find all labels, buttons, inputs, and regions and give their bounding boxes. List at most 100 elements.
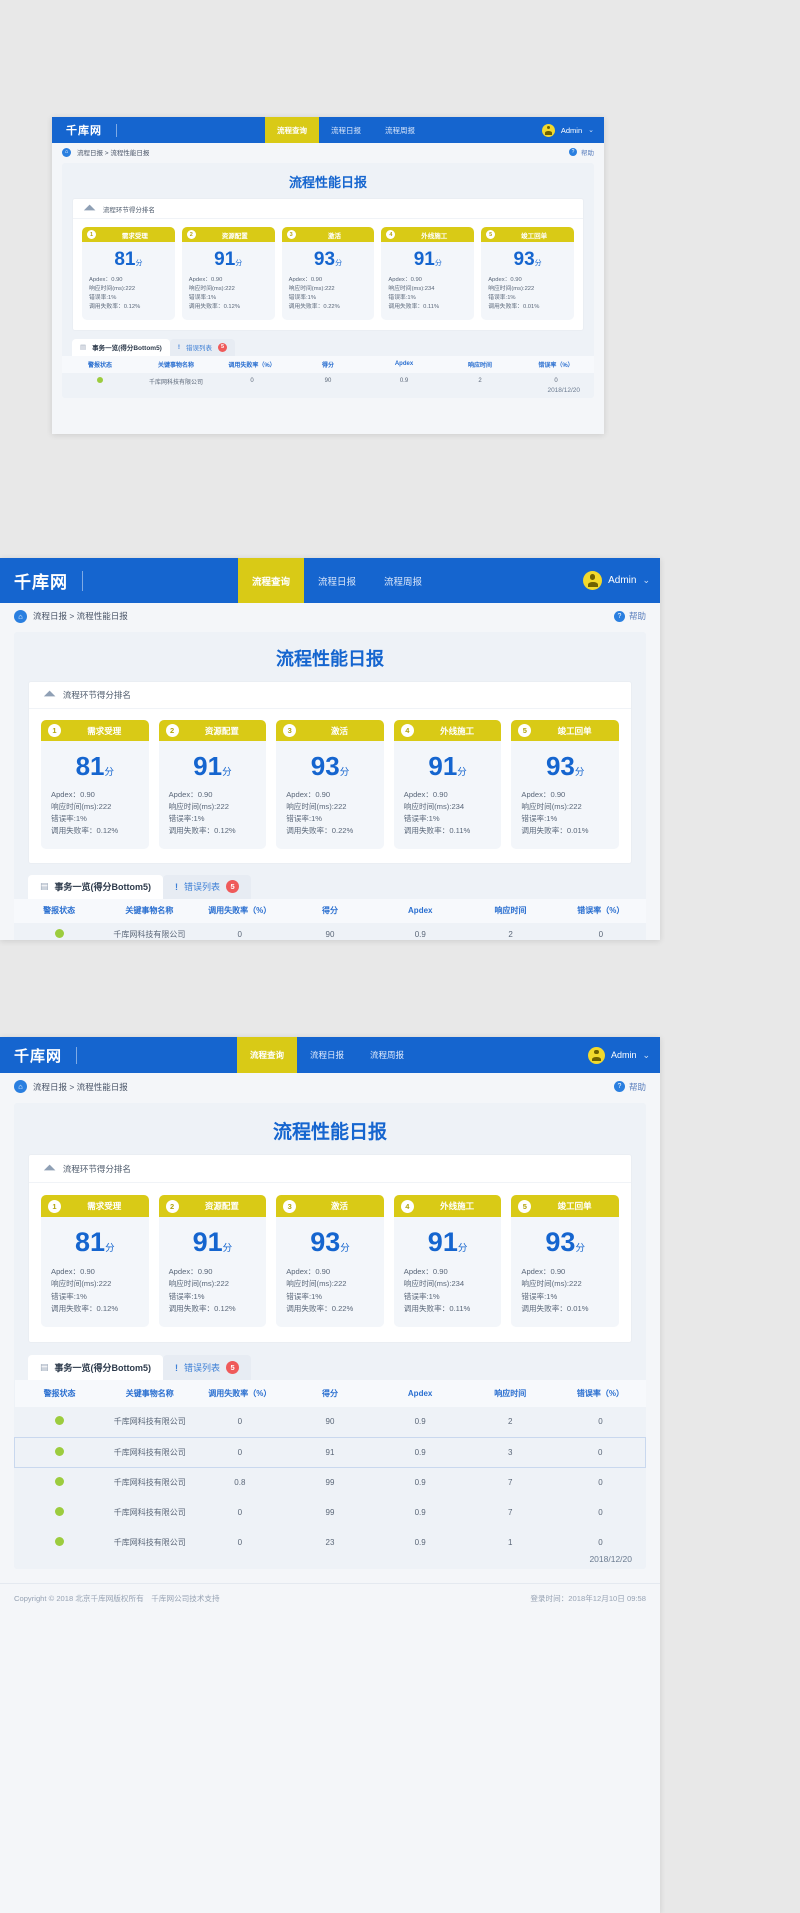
- cell-response: 3: [465, 1436, 556, 1468]
- table-row[interactable]: 千库网科技有限公司 0 91 0.9 3 0: [13, 1436, 647, 1468]
- score-unit: 分: [339, 767, 350, 778]
- table-row[interactable]: 千库网科技有限公司 0 99 0.9 7 0: [15, 1497, 646, 1527]
- score-card-name: 外线施工: [440, 725, 475, 736]
- question-icon: ?: [569, 148, 577, 156]
- ranking-section-header: ⏶ 流程环节得分排名: [29, 1155, 631, 1183]
- col-apdex: Apdex: [375, 1380, 466, 1408]
- user-name: Admin: [610, 1050, 637, 1060]
- metric-error: 错误率:1%: [403, 1291, 440, 1301]
- ranking-section-title: 流程环节得分排名: [62, 690, 131, 700]
- score-card[interactable]: 5 竣工回单 93分 Apdex：0.90 响应时间(ms):222 错误率:1% 调用…: [481, 227, 574, 320]
- score-card[interactable]: 2 资源配置 91分 Apdex：0.90 响应时间(ms):222 错误率:1% 调用…: [181, 227, 275, 320]
- score-card-list: 1 需求受理 81分 Apdex：0.90 响应时间(ms):222 错误率:1% 调用…: [29, 1183, 631, 1342]
- nav-tab-liucheng-ribao[interactable]: 流程日报: [304, 558, 370, 603]
- score-card[interactable]: 5 竣工回单 93分 Apdex：0.90 响应时间(ms):222 错误率:1% 调用…: [511, 720, 619, 849]
- metric-error: 错误率:1%: [168, 814, 205, 824]
- tab-error-list[interactable]: ! 错误列表 5: [169, 338, 236, 356]
- col-name: 关键事物名称: [104, 1380, 195, 1408]
- metric-error: 错误率:1%: [188, 294, 217, 301]
- help-link[interactable]: ? 帮助: [569, 147, 594, 157]
- metric-fail: 调用失败率：0.12%: [168, 1303, 236, 1313]
- score-card[interactable]: 4 外线施工 91分 Apdex：0.90 响应时间(ms):234 错误率:1% 调用…: [393, 1195, 502, 1328]
- score-card[interactable]: 3 激活 93分 Apdex：0.90 响应时间(ms):222 错误率:1% 调用失败…: [276, 720, 384, 849]
- rank-badge: 3: [283, 724, 297, 737]
- tab-error-list[interactable]: ! 错误列表 5: [163, 874, 252, 899]
- brand-logo[interactable]: 千库网: [0, 558, 83, 603]
- nav-tab-liucheng-chaxun[interactable]: 流程查询: [238, 558, 305, 603]
- page-date: 2018/12/20: [547, 386, 580, 394]
- metric-apdex: Apdex：0.90: [403, 1267, 448, 1276]
- logo-text: 千库网: [14, 1047, 63, 1065]
- score-card[interactable]: 3 激活 93分 Apdex：0.90 响应时间(ms):222 错误率:1% 调用失败…: [281, 227, 375, 320]
- chevron-down-icon[interactable]: ⌄: [588, 126, 594, 134]
- brand-logo[interactable]: 千库网: [52, 117, 117, 143]
- chevron-down-icon[interactable]: ⌄: [642, 1050, 650, 1061]
- ranking-icon: ⏶: [43, 1159, 56, 1177]
- rank-badge: 1: [87, 230, 96, 239]
- score-card-name: 竣工回单: [557, 725, 592, 736]
- col-apdex: Apdex: [375, 898, 466, 923]
- tab-error-list[interactable]: ! 错误列表 5: [163, 1355, 252, 1381]
- score-card[interactable]: 2 资源配置 91分 Apdex：0.90 响应时间(ms):222 错误率:1% 调用…: [158, 1195, 267, 1328]
- list-tabs: ▤ 事务一览(得分Bottom5) ! 错误列表 5: [28, 1355, 632, 1381]
- score-card[interactable]: 1 需求受理 81分 Apdex：0.90 响应时间(ms):222 错误率:1% 调用…: [41, 1195, 149, 1328]
- table-row[interactable]: 千库网科技有限公司 0 23 0.9 1 0: [15, 1527, 646, 1557]
- table-row[interactable]: 千库网科技有限公司 0 90 0.9 2 0: [14, 923, 646, 940]
- metric-fail: 调用失败率：0.22%: [288, 303, 340, 310]
- footer-login-time: 登录时间：2018年12月10日 09:58: [530, 1594, 646, 1604]
- score-card-name: 需求受理: [87, 1201, 122, 1211]
- table-row[interactable]: 千库网科技有限公司 0 90 0.9 2 0: [15, 1407, 646, 1437]
- home-icon[interactable]: ⌂: [62, 147, 71, 157]
- score-card[interactable]: 1 需求受理 81分 Apdex：0.90 响应时间(ms):222 错误率:1% 调用…: [41, 720, 149, 849]
- chevron-down-icon[interactable]: ⌄: [642, 575, 650, 586]
- metric-error: 错误率:1%: [403, 814, 440, 824]
- cell-score: 99: [325, 1477, 335, 1487]
- table-row[interactable]: 千库网科技有限公司 0 90 0.9 2 0: [62, 373, 594, 390]
- page-title: 流程性能日报: [272, 1122, 387, 1143]
- score-card[interactable]: 4 外线施工 91分 Apdex：0.90 响应时间(ms):234 错误率:1% 调用…: [393, 720, 502, 849]
- help-link[interactable]: ? 帮助: [613, 610, 646, 622]
- nav-tab-liucheng-ribao[interactable]: 流程日报: [319, 117, 373, 143]
- table-row[interactable]: 千库网科技有限公司 0.8 99 0.9 7 0: [15, 1467, 646, 1497]
- user-menu[interactable]: Admin ⌄: [541, 117, 604, 143]
- tab-transaction-overview[interactable]: ▤ 事务一览(得分Bottom5): [28, 874, 164, 899]
- score-card-name: 需求受理: [87, 725, 122, 736]
- nav-tab-liucheng-ribao[interactable]: 流程日报: [297, 1037, 357, 1073]
- nav-tab-liucheng-zhoubao[interactable]: 流程周报: [373, 117, 427, 143]
- home-icon[interactable]: ⌂: [14, 1080, 27, 1093]
- home-icon[interactable]: ⌂: [14, 609, 27, 623]
- cell-status: [62, 373, 138, 390]
- score-card[interactable]: 3 激活 93分 Apdex：0.90 响应时间(ms):222 错误率:1% 调用失败…: [276, 1195, 384, 1328]
- score-card[interactable]: 5 竣工回单 93分 Apdex：0.90 响应时间(ms):222 错误率:1% 调用…: [511, 1195, 619, 1328]
- score-card[interactable]: 2 资源配置 91分 Apdex：0.90 响应时间(ms):222 错误率:1% 调用…: [158, 720, 267, 849]
- score-card[interactable]: 4 外线施工 91分 Apdex：0.90 响应时间(ms):234 错误率:1% 调用…: [381, 227, 475, 320]
- metric-apdex: Apdex：0.90: [51, 790, 95, 799]
- score-value: 93: [545, 1227, 576, 1257]
- score-card-list: 1 需求受理 81分 Apdex：0.90 响应时间(ms):222 错误率:1% 调用…: [73, 219, 583, 330]
- nav-tab-liucheng-zhoubao[interactable]: 流程周报: [357, 1037, 417, 1073]
- score-value: 93: [313, 249, 336, 270]
- tab-transaction-overview[interactable]: ▤ 事务一览(得分Bottom5): [28, 1355, 164, 1381]
- brand-logo[interactable]: 千库网: [0, 1037, 78, 1073]
- score-card[interactable]: 1 需求受理 81分 Apdex：0.90 响应时间(ms):222 错误率:1% 调用…: [82, 227, 175, 320]
- nav-tab-liucheng-chaxun[interactable]: 流程查询: [237, 1037, 298, 1073]
- metric-response: 响应时间(ms):234: [403, 1279, 465, 1289]
- cell-status: [15, 1467, 105, 1497]
- user-menu[interactable]: Admin ⌄: [587, 1037, 660, 1073]
- score-card-name: 激活: [330, 725, 348, 736]
- rank-badge: 2: [186, 230, 196, 239]
- table-header-row: 警报状态 关键事物名称 调用失败率（%） 得分 Apdex 响应时间 错误率（%…: [62, 355, 594, 373]
- help-link[interactable]: ? 帮助: [613, 1081, 646, 1093]
- tab-transaction-overview[interactable]: ▤ 事务一览(得分Bottom5): [72, 338, 170, 356]
- nav-tab-liucheng-zhoubao[interactable]: 流程周报: [370, 558, 436, 603]
- metric-response: 响应时间(ms):222: [286, 802, 347, 812]
- nav-tabs: 流程查询 流程日报 流程周报: [265, 117, 427, 143]
- rank-badge: 2: [165, 1199, 179, 1213]
- nav-tab-liucheng-chaxun[interactable]: 流程查询: [265, 117, 319, 143]
- score-unit: 分: [575, 1243, 585, 1254]
- breadcrumb-text: 流程日报 > 流程性能日报: [33, 611, 128, 621]
- ranking-icon: ⏶: [83, 199, 96, 217]
- user-menu[interactable]: Admin ⌄: [583, 558, 660, 603]
- metric-fail: 调用失败率：0.12%: [168, 826, 236, 836]
- score-unit: 分: [457, 1243, 468, 1254]
